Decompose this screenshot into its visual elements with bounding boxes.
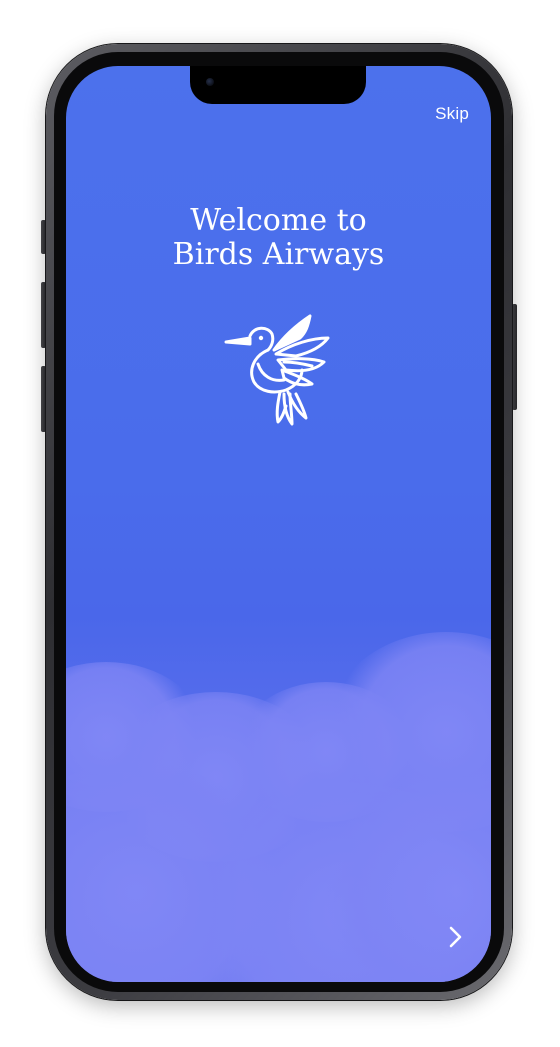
chevron-right-icon xyxy=(449,926,462,948)
welcome-title-line-2: Birds Airways xyxy=(172,237,385,272)
power-button xyxy=(512,304,517,410)
hummingbird-logo-icon xyxy=(224,314,330,426)
next-button[interactable] xyxy=(443,924,469,950)
skip-button[interactable]: Skip xyxy=(435,104,469,124)
cloud-background xyxy=(66,582,491,982)
device-mockup: Skip Welcome to Birds Airways xyxy=(0,0,560,1047)
welcome-title: Welcome to Birds Airways xyxy=(66,204,491,272)
front-camera xyxy=(206,78,214,86)
onboarding-screen: Skip Welcome to Birds Airways xyxy=(66,66,491,982)
camera-notch xyxy=(190,66,366,104)
welcome-title-line-1: Welcome to xyxy=(190,203,367,238)
